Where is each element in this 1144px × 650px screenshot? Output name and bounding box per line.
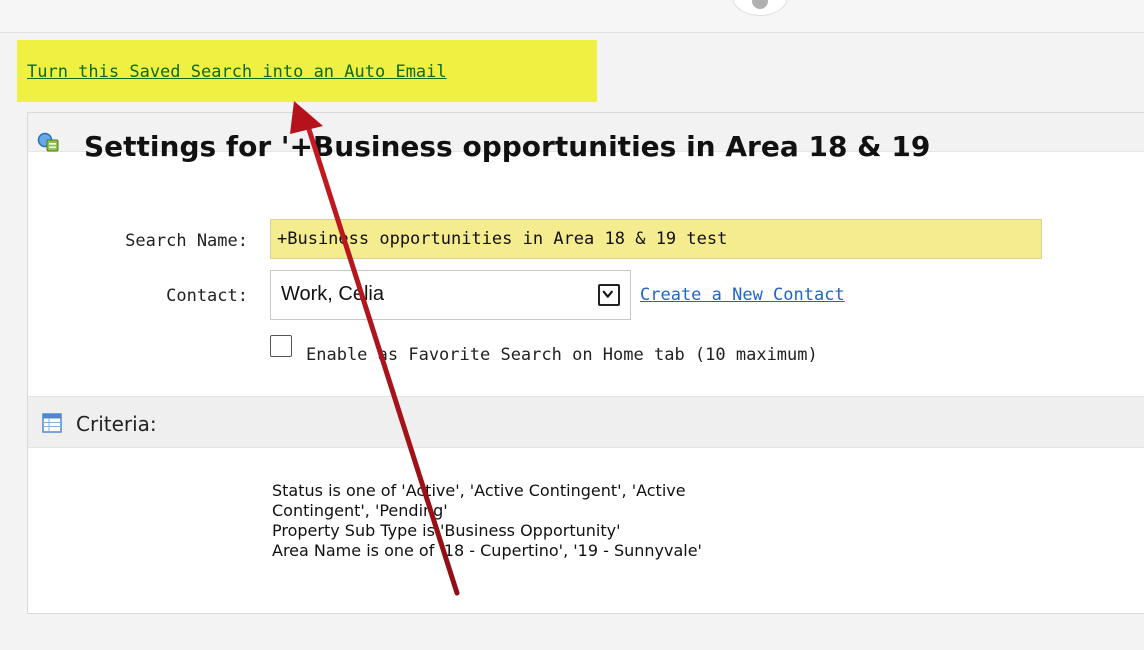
contact-label: Contact: (166, 286, 248, 306)
criteria-label: Criteria: (76, 412, 157, 436)
settings-header: Settings for '+Business opportunities in… (28, 113, 1144, 161)
criteria-header: Criteria: (28, 396, 1144, 448)
contact-select[interactable]: Work, Celia (270, 270, 631, 320)
criteria-line: Contingent', 'Pending' (272, 501, 448, 520)
saved-search-settings-icon (37, 132, 59, 152)
chevron-down-icon[interactable] (598, 284, 620, 306)
create-new-contact-link[interactable]: Create a New Contact (640, 285, 845, 305)
contact-selected-value: Work, Celia (281, 283, 384, 305)
criteria-line: Property Sub Type is 'Business Opportuni… (272, 521, 621, 540)
criteria-line: Status is one of 'Active', 'Active Conti… (272, 481, 686, 500)
favorite-search-label: Enable as Favorite Search on Home tab (1… (306, 345, 818, 365)
toolbar-knob-icon (732, 0, 788, 16)
favorite-search-checkbox[interactable] (270, 335, 292, 357)
page-title: Settings for '+Business opportunities in… (84, 130, 931, 163)
settings-panel: Settings for '+Business opportunities in… (27, 112, 1144, 614)
auto-email-link[interactable]: Turn this Saved Search into an Auto Emai… (27, 62, 447, 82)
criteria-line: Area Name is one of '18 - Cupertino', '1… (272, 541, 702, 560)
table-icon (42, 413, 62, 433)
criteria-list: Status is one of 'Active', 'Active Conti… (272, 481, 1032, 561)
search-name-label: Search Name: (125, 231, 248, 251)
browser-top-strip (0, 0, 1144, 33)
search-name-input[interactable] (270, 219, 1042, 259)
